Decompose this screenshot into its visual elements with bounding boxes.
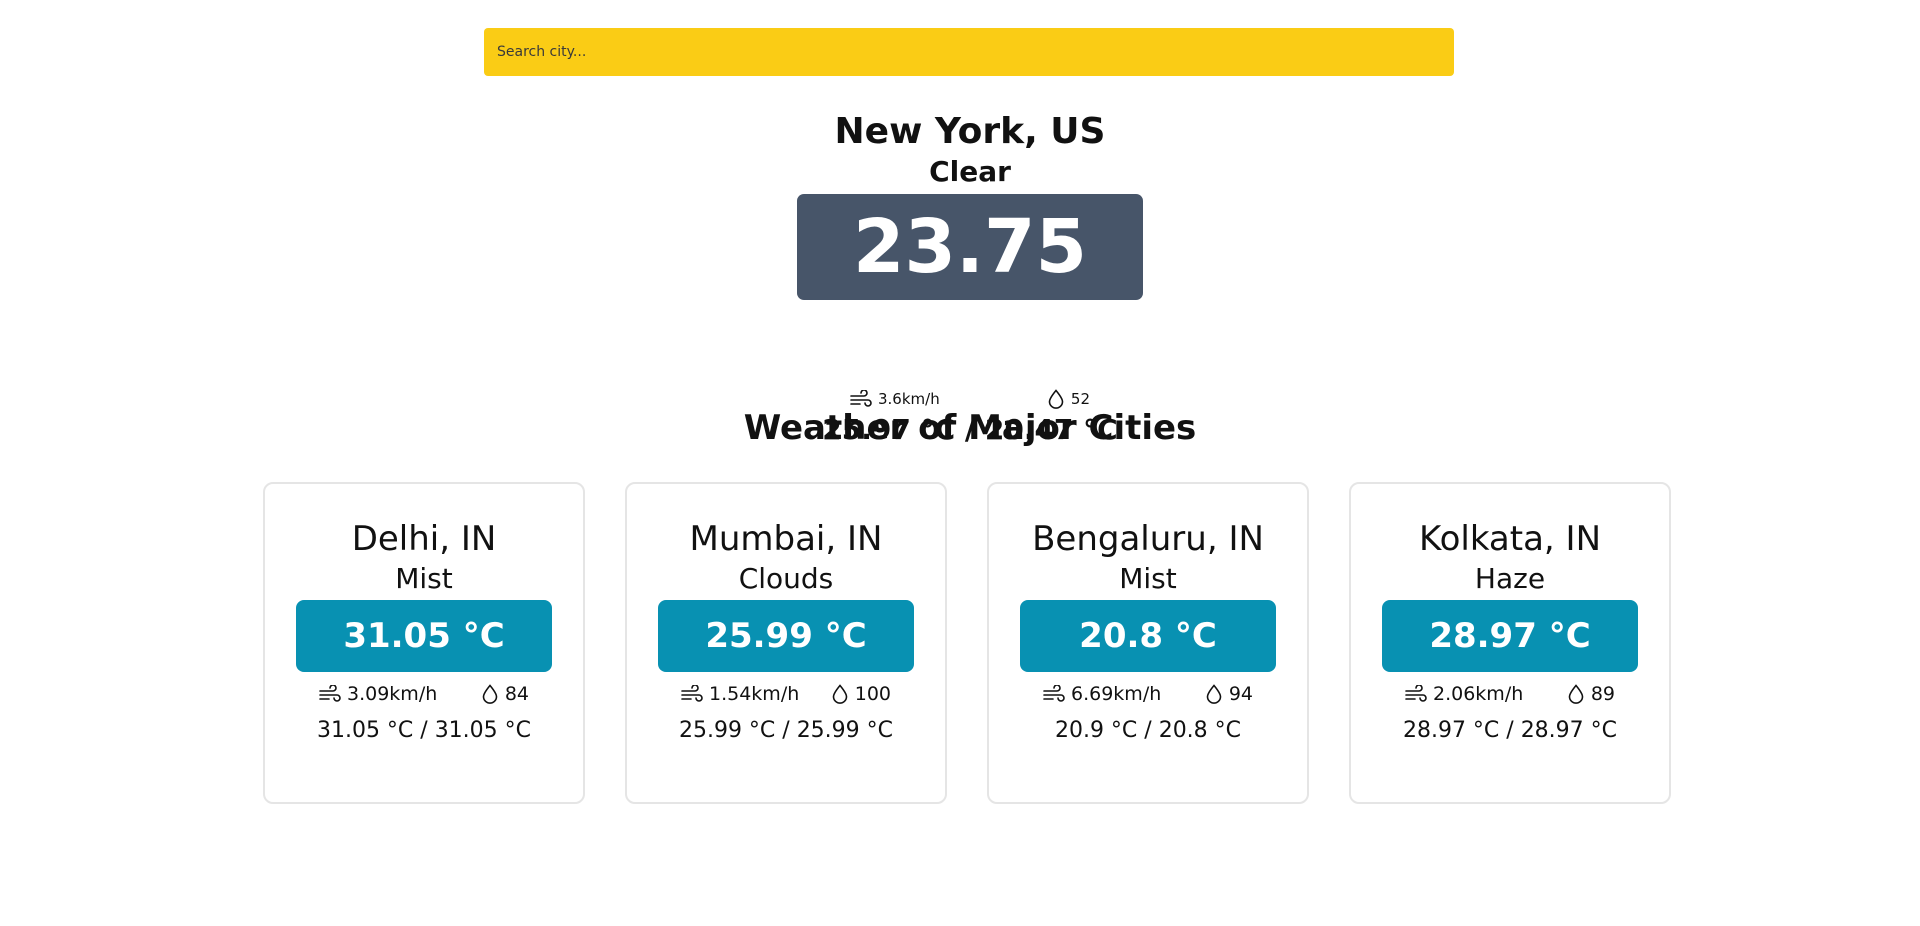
city-condition: Mist [395, 562, 453, 595]
city-temp-range: 28.97 °C / 28.97 °C [1402, 718, 1618, 743]
city-wind: 3.09km/h [319, 683, 437, 705]
city-wind: 1.54km/h [681, 683, 799, 705]
city-wind-value: 1.54km/h [709, 683, 800, 705]
city-humidity: 84 [481, 683, 529, 705]
current-city-name: New York, US [834, 111, 1106, 152]
city-card: Delhi, IN Mist 31.05 °C 3.09km/h 84 31.0… [263, 482, 585, 804]
city-meta: 6.69km/h 94 [1043, 678, 1253, 710]
wind-icon [681, 685, 703, 703]
wind-icon [1043, 685, 1065, 703]
city-name: Kolkata, IN [1418, 519, 1602, 559]
droplet-icon [1047, 389, 1065, 409]
current-condition: Clear [929, 155, 1011, 188]
city-temperature: 28.97 °C [1382, 600, 1638, 672]
current-humidity: 52 [1047, 389, 1090, 409]
city-humidity: 100 [831, 683, 891, 705]
city-wind-value: 2.06km/h [1433, 683, 1524, 705]
city-meta: 1.54km/h 100 [681, 678, 891, 710]
droplet-icon [481, 684, 499, 704]
current-humidity-value: 52 [1070, 390, 1090, 408]
city-temp-range: 31.05 °C / 31.05 °C [316, 718, 532, 743]
wind-icon [850, 390, 872, 408]
city-meta: 2.06km/h 89 [1405, 678, 1615, 710]
droplet-icon [831, 684, 849, 704]
city-humidity-value: 89 [1590, 683, 1615, 705]
city-meta: 3.09km/h 84 [319, 678, 529, 710]
city-name: Mumbai, IN [689, 519, 883, 559]
city-temp-range: 25.99 °C / 25.99 °C [678, 718, 894, 743]
city-wind-value: 3.09km/h [347, 683, 438, 705]
city-temperature: 20.8 °C [1020, 600, 1276, 672]
current-weather: New York, US Clear 23.75 °C 3.6km/h 52 2… [0, 108, 1920, 448]
city-name: Delhi, IN [351, 519, 497, 559]
city-humidity-value: 100 [854, 683, 891, 705]
city-wind: 6.69km/h [1043, 683, 1161, 705]
city-card: Bengaluru, IN Mist 20.8 °C 6.69km/h 94 2… [987, 482, 1309, 804]
droplet-icon [1567, 684, 1585, 704]
current-wind-value: 3.6km/h [878, 390, 940, 408]
city-wind: 2.06km/h [1405, 683, 1523, 705]
wind-icon [1405, 685, 1427, 703]
city-humidity: 89 [1567, 683, 1615, 705]
city-humidity-value: 84 [504, 683, 529, 705]
city-card: Kolkata, IN Haze 28.97 °C 2.06km/h 89 28… [1349, 482, 1671, 804]
search-bar [484, 28, 1454, 76]
city-condition: Mist [1119, 562, 1177, 595]
wind-icon [319, 685, 341, 703]
search-input[interactable] [484, 28, 1454, 76]
city-humidity: 94 [1205, 683, 1253, 705]
city-temp-range: 20.9 °C / 20.8 °C [1054, 718, 1242, 743]
city-condition: Clouds [738, 562, 834, 595]
city-humidity-value: 94 [1228, 683, 1253, 705]
droplet-icon [1205, 684, 1223, 704]
current-wind: 3.6km/h [850, 390, 940, 408]
city-card: Mumbai, IN Clouds 25.99 °C 1.54km/h 100 [625, 482, 947, 804]
city-cards: Delhi, IN Mist 31.05 °C 3.09km/h 84 31.0… [263, 482, 1679, 804]
city-name: Bengaluru, IN [1032, 519, 1264, 559]
city-condition: Haze [1474, 562, 1546, 595]
section-title: Weather of Major Cities [743, 408, 1197, 448]
current-temperature: 23.75 °C [797, 194, 1143, 396]
city-temperature: 25.99 °C [658, 600, 914, 672]
city-temperature: 31.05 °C [296, 600, 552, 672]
city-wind-value: 6.69km/h [1071, 683, 1162, 705]
